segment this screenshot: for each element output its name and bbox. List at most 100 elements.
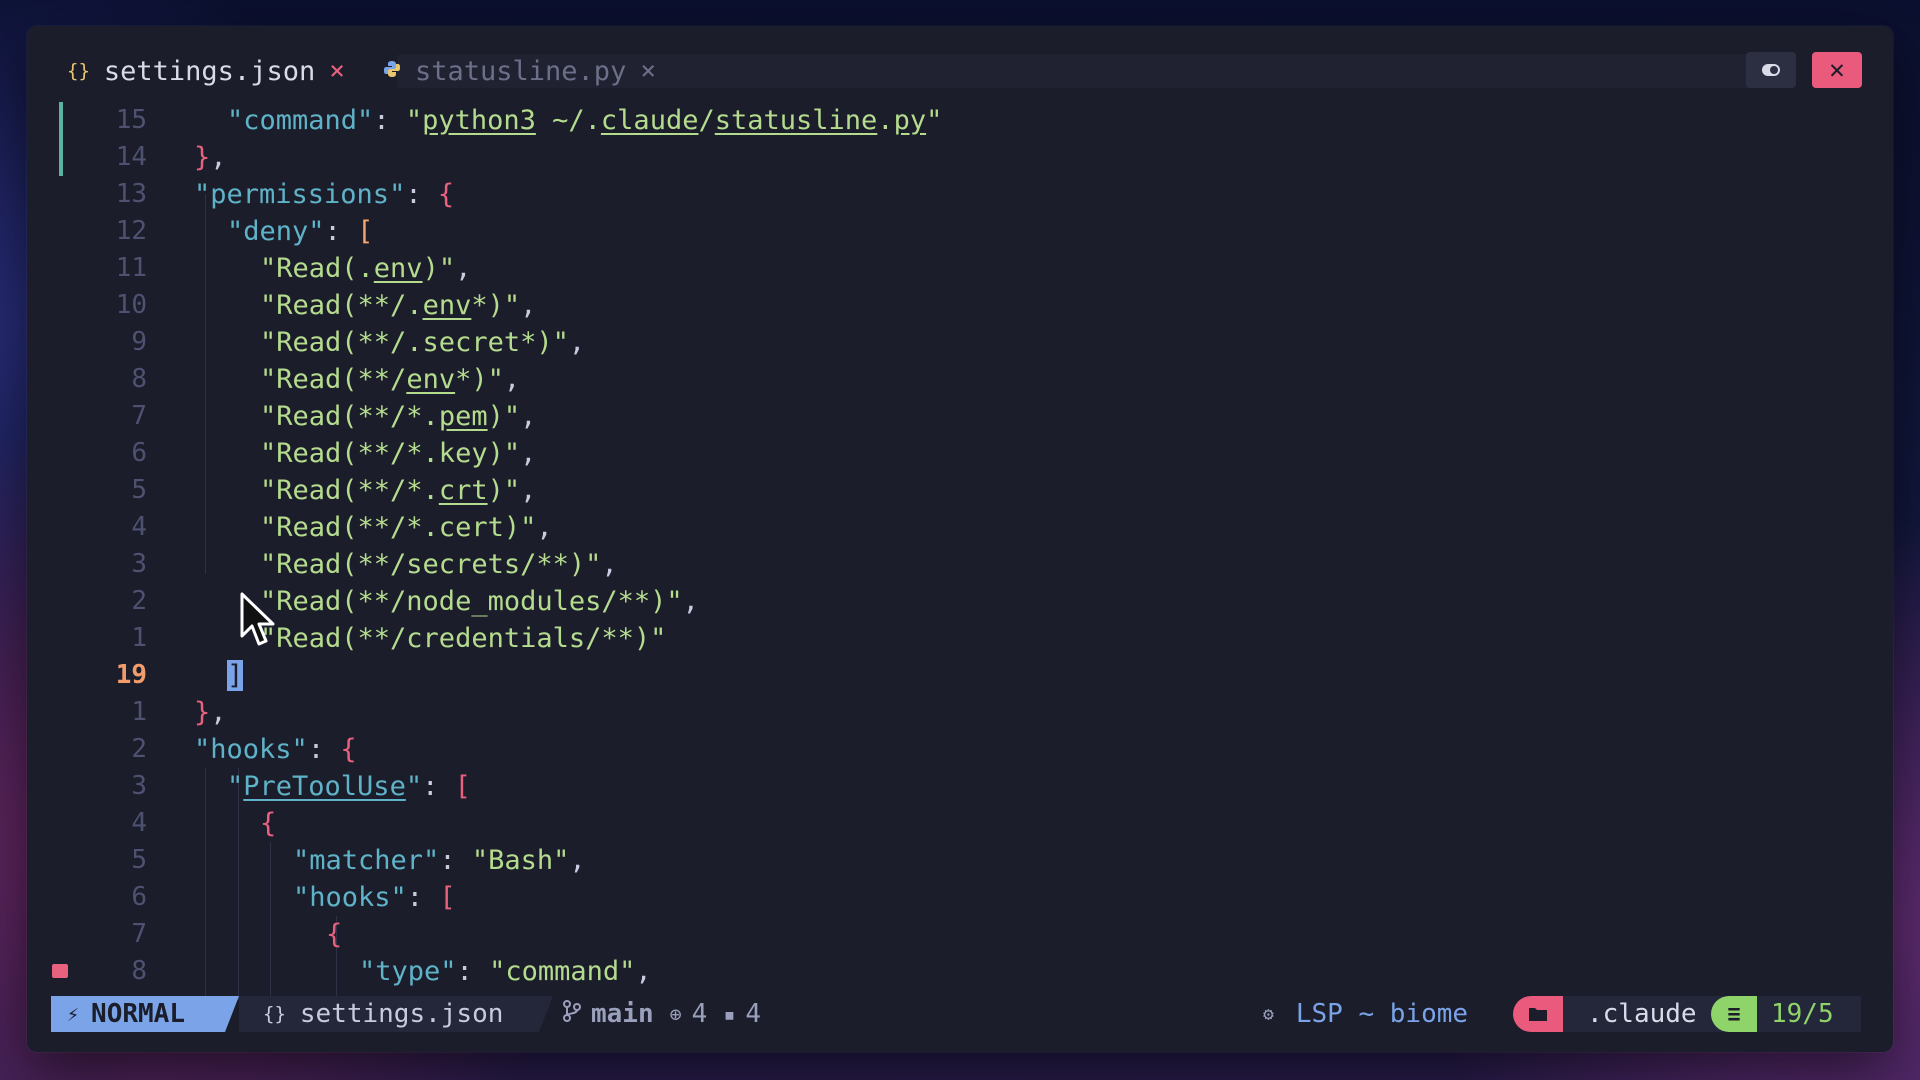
python-file-icon (383, 60, 401, 83)
code-line[interactable]: 4 "Read(**/*.cert)", (27, 509, 1893, 546)
line-number: 5 (131, 475, 147, 505)
gears-icon: ⚙ (1263, 1003, 1274, 1025)
code-line[interactable]: 10 "Read(**/.env*)", (27, 287, 1893, 324)
mode-indicator: ⚡ NORMAL (51, 996, 225, 1032)
code-line[interactable]: 7 "Read(**/*.pem)", (27, 398, 1893, 435)
code-area[interactable]: 15 "command": "python3 ~/.claude/statusl… (27, 102, 1893, 1000)
line-number: 8 (131, 956, 147, 986)
git-change-marker (59, 139, 63, 176)
mode-label: NORMAL (91, 999, 185, 1029)
code-text: "Read(**/.env*)", (260, 290, 537, 321)
code-line[interactable]: 6 "hooks": [ (27, 879, 1893, 916)
current-line-number: 19 (115, 660, 147, 690)
line-number: 1 (131, 623, 147, 653)
code-text: "Read(**/node_modules/**)", (260, 586, 699, 617)
code-text: "Read(**/.secret*)", (260, 327, 586, 358)
git-modified-icon: ▪ (723, 1002, 736, 1026)
git-added-icon: ⊕ (669, 1002, 682, 1026)
code-text: "command": "python3 ~/.claude/statusline… (227, 105, 943, 136)
line-number: 3 (131, 549, 147, 579)
line-number: 3 (131, 771, 147, 801)
lines-icon: ≡ (1711, 996, 1757, 1032)
git-status: main ⊕ 4 ▪ 4 (563, 996, 761, 1032)
code-line[interactable]: 8 "type": "command", (27, 953, 1893, 990)
code-line[interactable]: 1 }, (27, 694, 1893, 731)
code-line[interactable]: 3 "Read(**/secrets/**)", (27, 546, 1893, 583)
line-number: 4 (131, 512, 147, 542)
json-file-icon: {} (67, 60, 90, 82)
code-text: "Read(**/*.key)", (260, 438, 537, 469)
code-line[interactable]: 11 "Read(.env)", (27, 250, 1893, 287)
code-line[interactable]: 7 { (27, 916, 1893, 953)
code-text: }, (194, 697, 227, 728)
mode-separator (225, 996, 239, 1032)
code-line[interactable]: 5 "Read(**/*.crt)", (27, 472, 1893, 509)
code-line[interactable]: 14 }, (27, 139, 1893, 176)
code-text: "deny": [ (227, 216, 374, 247)
toggle-icon[interactable] (1746, 52, 1796, 88)
code-line[interactable]: 6 "Read(**/*.key)", (27, 435, 1893, 472)
lsp-status: ⚙ LSP ~ biome (1263, 996, 1468, 1032)
line-number: 15 (115, 105, 147, 135)
editor-window: {} settings.json × statusline.py × ✕ 15 … (27, 26, 1893, 1052)
code-line[interactable]: 3 "PreToolUse": [ (27, 768, 1893, 805)
code-text: "Read(**/*.cert)", (260, 512, 553, 543)
git-branch-name: main (591, 999, 654, 1029)
line-number: 1 (131, 697, 147, 727)
code-text: "PreToolUse": [ (227, 771, 471, 802)
code-text: "hooks": [ (293, 882, 456, 913)
code-line[interactable]: 4 { (27, 805, 1893, 842)
line-number: 6 (131, 438, 147, 468)
code-line-current[interactable]: 19 ] (27, 657, 1893, 694)
git-modified-count: 4 (745, 999, 762, 1029)
code-line[interactable]: 15 "command": "python3 ~/.claude/statusl… (27, 102, 1893, 139)
git-change-marker (59, 102, 63, 139)
line-number: 6 (131, 882, 147, 912)
directory-name: .claude (1563, 996, 1723, 1032)
tab-close-icon[interactable]: × (640, 56, 656, 86)
code-text: "Read(**/*.crt)", (260, 475, 537, 506)
status-file: {} settings.json (239, 996, 539, 1032)
code-line[interactable]: 2 "hooks": { (27, 731, 1893, 768)
code-line[interactable]: 8 "Read(**/env*)", (27, 361, 1893, 398)
line-number: 13 (115, 179, 147, 209)
code-line[interactable]: 5 "matcher": "Bash", (27, 842, 1893, 879)
code-text: "Read(.env)", (260, 253, 472, 284)
mouse-pointer-icon (240, 592, 275, 646)
tab-settings-json[interactable]: {} settings.json × (67, 52, 345, 90)
line-number: 2 (131, 734, 147, 764)
line-number: 2 (131, 586, 147, 616)
code-line[interactable]: 9 "Read(**/.secret*)", (27, 324, 1893, 361)
tab-close-icon[interactable]: × (329, 56, 345, 86)
code-text: "Read(**/credentials/**)" (260, 623, 667, 654)
line-number: 14 (115, 142, 147, 172)
code-text: "Read(**/secrets/**)", (260, 549, 618, 580)
lsp-label: LSP ~ biome (1295, 999, 1469, 1029)
code-text: "Read(**/env*)", (260, 364, 521, 395)
text-cursor: ] (227, 660, 244, 691)
window-close-button[interactable]: ✕ (1812, 52, 1862, 88)
code-text: ] (227, 657, 244, 694)
git-added-count: 4 (691, 999, 708, 1029)
git-branch-icon (563, 999, 581, 1029)
statusline: ⚡ NORMAL {} settings.json main ⊕ 4 ▪ 4 ⚙… (27, 996, 1893, 1032)
code-line[interactable]: 13 "permissions": { (27, 176, 1893, 213)
code-text: { (326, 919, 343, 950)
code-text: }, (194, 142, 227, 173)
code-line[interactable]: 2 "Read(**/node_modules/**)", (27, 583, 1893, 620)
line-number: 7 (131, 919, 147, 949)
cursor-position: 19/5 (1757, 996, 1861, 1032)
line-number: 11 (115, 253, 147, 283)
code-text: "type": "command", (359, 956, 652, 987)
folder-icon (1513, 996, 1563, 1032)
code-text: "Read(**/*.pem)", (260, 401, 537, 432)
tab-statusline-py[interactable]: statusline.py × (383, 52, 656, 90)
code-text: "matcher": "Bash", (293, 845, 586, 876)
code-line[interactable]: 12 "deny": [ (27, 213, 1893, 250)
file-separator (539, 996, 553, 1032)
line-number: 10 (115, 290, 147, 320)
code-text: { (260, 808, 277, 839)
line-number: 9 (131, 327, 147, 357)
code-line[interactable]: 1 "Read(**/credentials/**)" (27, 620, 1893, 657)
line-number: 7 (131, 401, 147, 431)
